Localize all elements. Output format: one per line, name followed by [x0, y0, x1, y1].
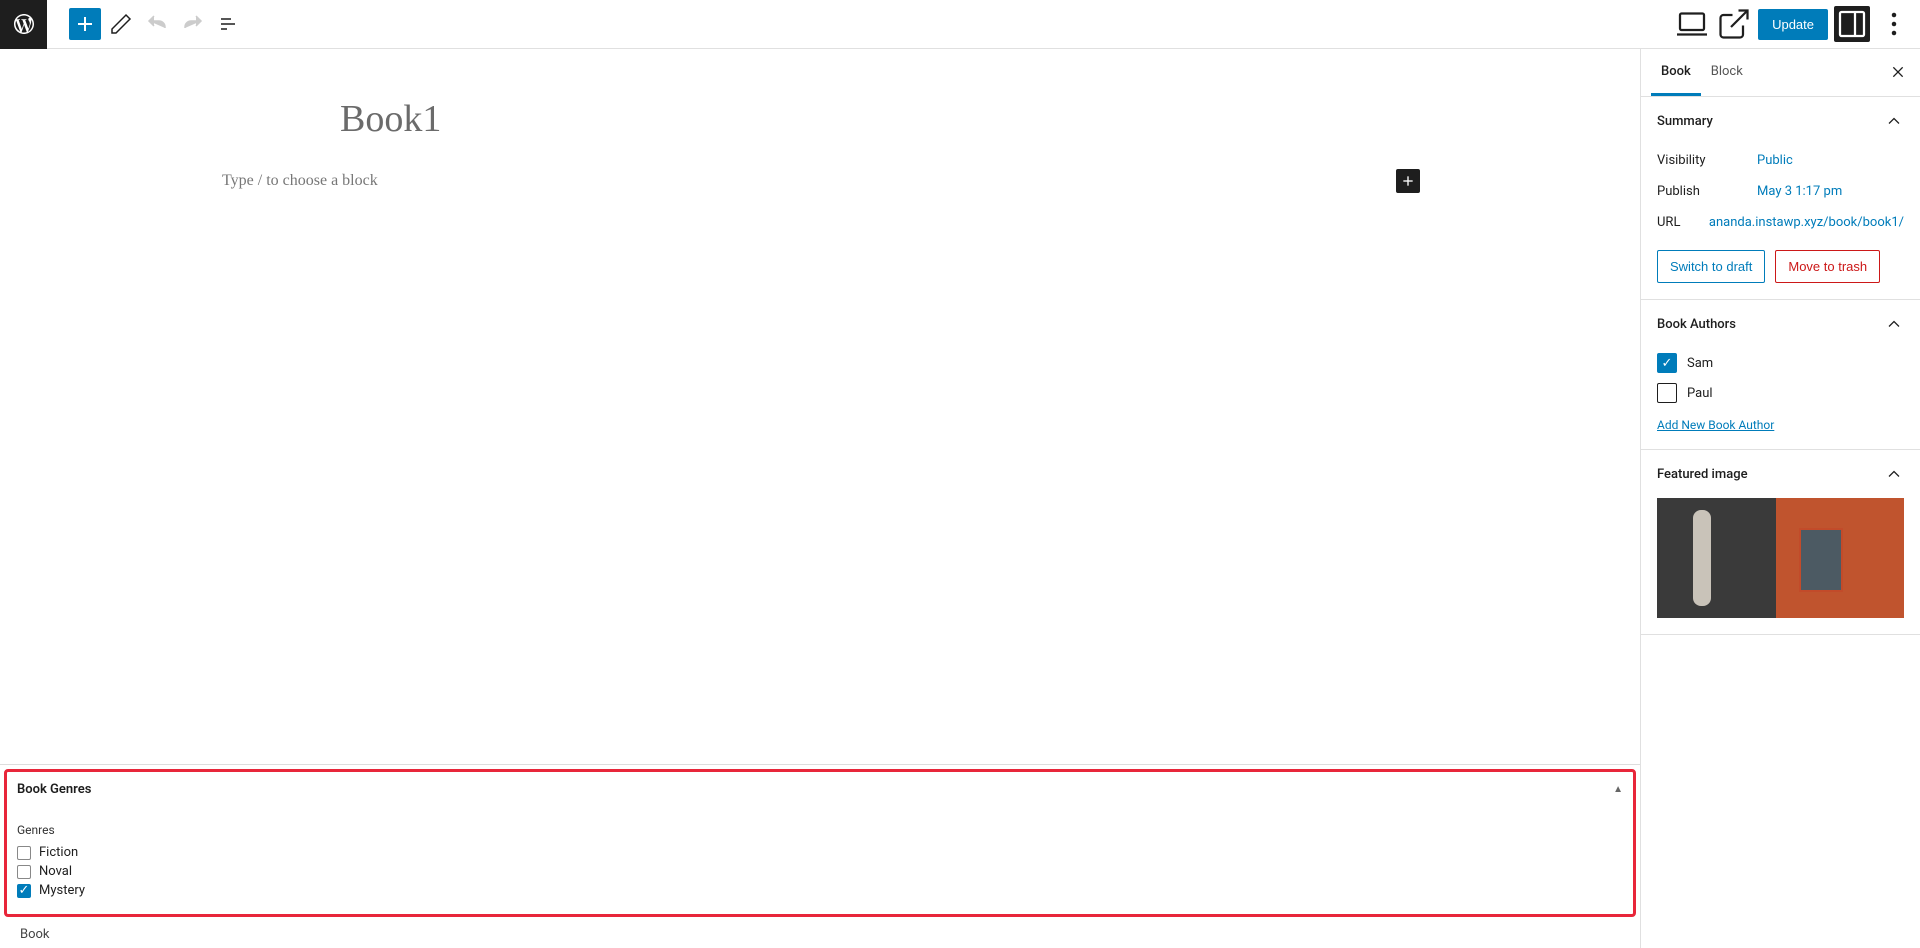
list-icon [217, 12, 241, 36]
metabox-subtitle: Genres [17, 823, 1623, 837]
plus-icon [73, 12, 97, 36]
sidebar-tabs: Book Block [1641, 49, 1920, 97]
panel-title: Summary [1657, 114, 1713, 129]
add-block-inline-button[interactable] [1396, 169, 1420, 193]
laptop-icon [1674, 6, 1710, 42]
options-button[interactable] [1876, 6, 1912, 42]
plus-icon [1400, 173, 1416, 189]
author-name: Paul [1687, 386, 1713, 401]
settings-sidebar-toggle[interactable] [1834, 6, 1870, 42]
checkbox[interactable] [17, 846, 31, 860]
publish-value[interactable]: May 3 1:17 pm [1757, 184, 1904, 199]
app-root: Update Book1 Type / to choose a block [0, 0, 1920, 948]
featured-image-panel: Featured image [1641, 450, 1920, 635]
empty-block-row: Type / to choose a block [222, 169, 1580, 193]
checkbox[interactable]: ✓ [1657, 353, 1677, 373]
image-left-part [1657, 498, 1776, 618]
summary-actions: Switch to draft Move to trash [1657, 250, 1904, 283]
add-block-button[interactable] [69, 8, 101, 40]
wordpress-icon [12, 12, 36, 36]
featured-panel-header[interactable]: Featured image [1641, 450, 1920, 498]
publish-row: Publish May 3 1:17 pm [1657, 176, 1904, 207]
book-genres-metabox: Book Genres ▲ Genres Fiction Noval ✓ M [4, 769, 1636, 917]
switch-to-draft-button[interactable]: Switch to draft [1657, 250, 1765, 283]
author-row[interactable]: Paul [1657, 378, 1904, 408]
external-link-icon [1716, 6, 1752, 42]
undo-icon [145, 12, 169, 36]
metabox-header[interactable]: Book Genres ▲ [17, 782, 1623, 803]
checkbox[interactable]: ✓ [17, 884, 31, 898]
collapse-icon: ▲ [1613, 784, 1623, 795]
sidebar-icon [1834, 6, 1870, 42]
document-overview-button[interactable] [213, 8, 245, 40]
checkbox[interactable] [1657, 383, 1677, 403]
top-toolbar: Update [0, 0, 1920, 49]
chevron-up-icon [1884, 111, 1904, 131]
author-row[interactable]: ✓ Sam [1657, 348, 1904, 378]
tab-block[interactable]: Block [1701, 50, 1753, 96]
preview-desktop-button[interactable] [1674, 6, 1710, 42]
editor-canvas: Book1 Type / to choose a block [0, 49, 1640, 241]
image-right-part [1776, 498, 1904, 618]
row-label: URL [1657, 215, 1709, 230]
summary-panel-body: Visibility Public Publish May 3 1:17 pm … [1641, 145, 1920, 299]
genre-label: Noval [39, 864, 72, 879]
author-name: Sam [1687, 356, 1713, 371]
view-post-button[interactable] [1716, 6, 1752, 42]
chevron-up-icon [1884, 314, 1904, 334]
genre-row[interactable]: Fiction [17, 843, 1623, 862]
genre-row[interactable]: Noval [17, 862, 1623, 881]
meta-boxes-area: Book Genres ▲ Genres Fiction Noval ✓ M [0, 764, 1640, 948]
tab-book[interactable]: Book [1651, 50, 1701, 96]
close-sidebar-button[interactable] [1886, 57, 1910, 89]
redo-icon [181, 12, 205, 36]
checkbox[interactable] [17, 865, 31, 879]
genre-label: Mystery [39, 883, 85, 898]
edit-mode-button[interactable] [105, 8, 137, 40]
panel-title: Book Authors [1657, 317, 1736, 332]
breadcrumb-footer[interactable]: Book [0, 921, 1640, 948]
canvas-spacer [0, 241, 1640, 764]
redo-button[interactable] [177, 8, 209, 40]
row-label: Publish [1657, 184, 1757, 199]
toolbar-right: Update [1674, 6, 1912, 42]
settings-sidebar: Book Block Summary Visibility Public [1640, 49, 1920, 948]
add-author-link[interactable]: Add New Book Author [1657, 418, 1774, 432]
block-placeholder[interactable]: Type / to choose a block [222, 172, 1396, 190]
visibility-row: Visibility Public [1657, 145, 1904, 176]
metabox-title: Book Genres [17, 782, 91, 797]
featured-image-thumbnail[interactable] [1657, 498, 1904, 618]
summary-panel: Summary Visibility Public Publish May 3 … [1641, 97, 1920, 300]
book-authors-panel: Book Authors ✓ Sam Paul Add New Book Aut… [1641, 300, 1920, 450]
row-label: Visibility [1657, 153, 1757, 168]
authors-panel-body: ✓ Sam Paul Add New Book Author [1641, 348, 1920, 449]
panel-title: Featured image [1657, 467, 1748, 482]
wordpress-logo-button[interactable] [0, 0, 47, 49]
undo-button[interactable] [141, 8, 173, 40]
editor-canvas-wrap: Book1 Type / to choose a block Book Genr… [0, 49, 1640, 948]
genre-label: Fiction [39, 845, 78, 860]
kebab-icon [1876, 6, 1912, 42]
chevron-up-icon [1884, 464, 1904, 484]
close-icon [1890, 64, 1906, 80]
pencil-icon [109, 12, 133, 36]
visibility-value[interactable]: Public [1757, 153, 1904, 168]
url-row: URL ananda.instawp.xyz/book/book1/ [1657, 207, 1904, 238]
update-button[interactable]: Update [1758, 9, 1828, 40]
authors-panel-header[interactable]: Book Authors [1641, 300, 1920, 348]
main-area: Book1 Type / to choose a block Book Genr… [0, 49, 1920, 948]
genre-row[interactable]: ✓ Mystery [17, 881, 1623, 900]
summary-panel-header[interactable]: Summary [1641, 97, 1920, 145]
url-value[interactable]: ananda.instawp.xyz/book/book1/ [1709, 215, 1904, 230]
post-title[interactable]: Book1 [340, 97, 1580, 141]
move-to-trash-button[interactable]: Move to trash [1775, 250, 1880, 283]
toolbar-left [0, 0, 245, 49]
